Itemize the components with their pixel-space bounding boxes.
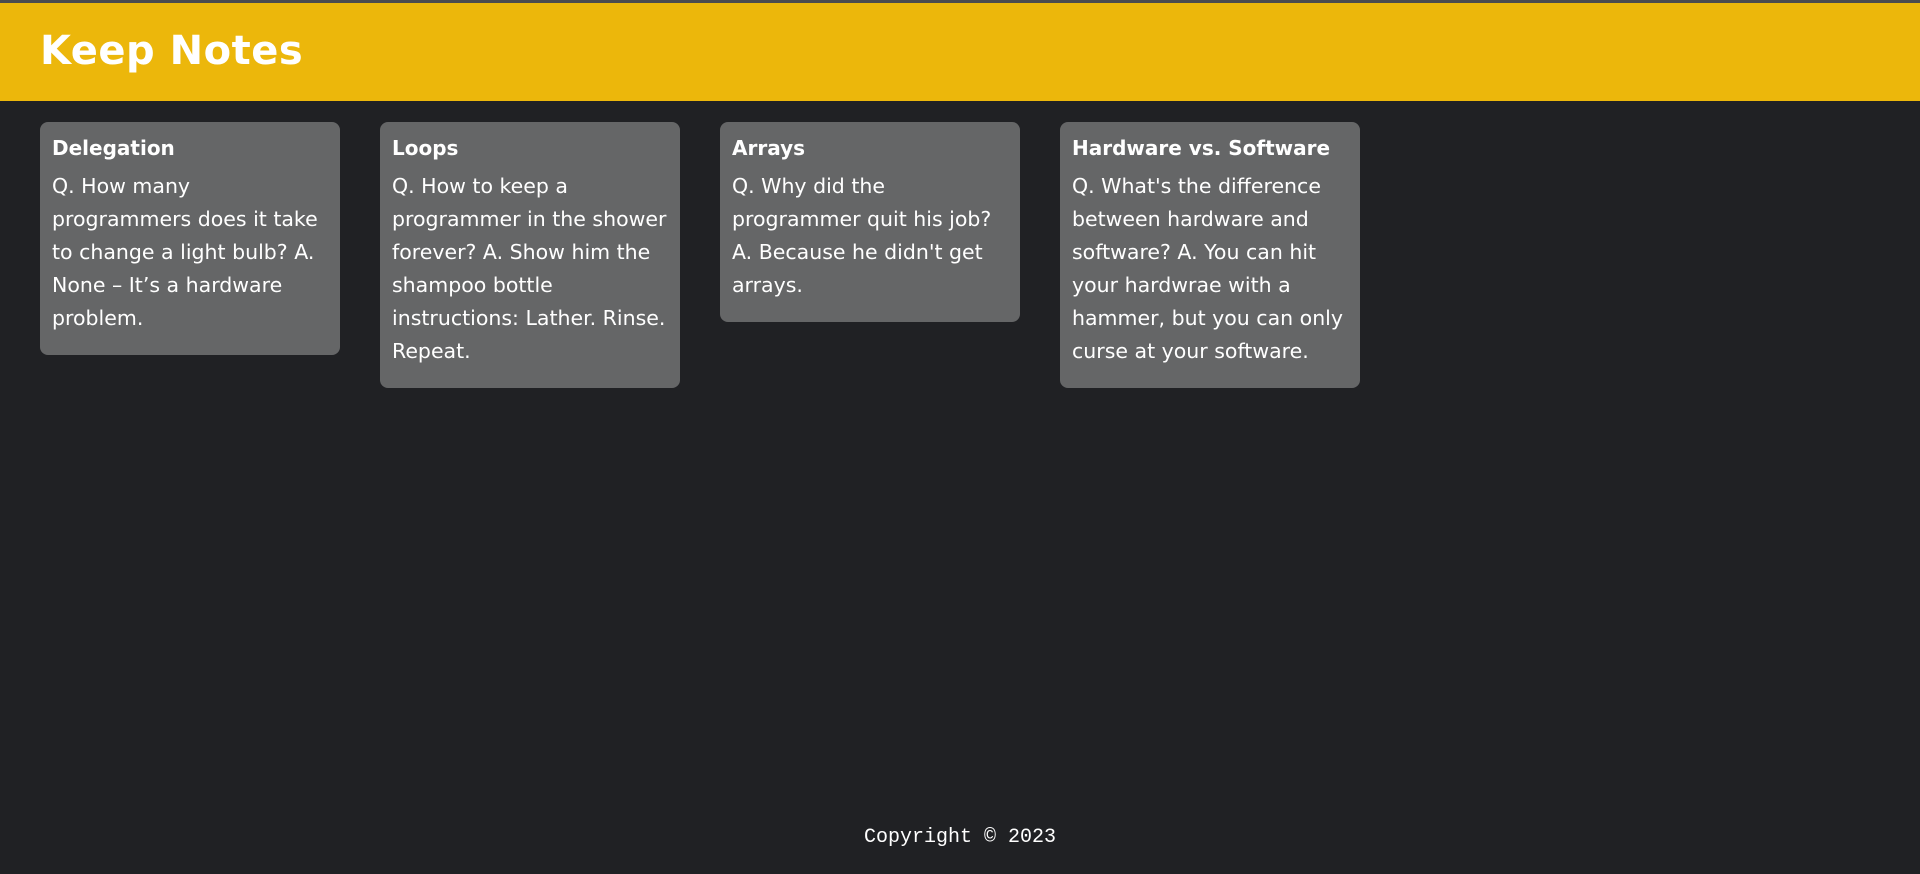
note-content: Q. What's the difference between hardwar… — [1072, 174, 1344, 363]
note-content: Q. How to keep a programmer in the showe… — [392, 174, 667, 363]
app-title: Keep Notes — [40, 28, 304, 74]
note-card[interactable]: Arrays Q. Why did the programmer quit hi… — [720, 122, 1020, 322]
note-title: Hardware vs. Software — [1072, 136, 1331, 160]
note-title: Loops — [392, 136, 459, 160]
app-header: Keep Notes — [0, 3, 1920, 101]
copyright-footer: Copyright © 2023 — [863, 826, 1057, 849]
note-content: Q. Why did the programmer quit his job? … — [732, 174, 992, 297]
notes-container: Delegation Q. How many programmers does … — [40, 122, 1920, 388]
note-card[interactable]: Hardware vs. Software Q. What's the diff… — [1060, 122, 1360, 388]
note-title: Delegation — [52, 136, 175, 160]
note-title: Arrays — [732, 136, 806, 160]
note-content: Q. How many programmers does it take to … — [52, 174, 318, 330]
note-card[interactable]: Delegation Q. How many programmers does … — [40, 122, 340, 355]
note-card[interactable]: Loops Q. How to keep a programmer in the… — [380, 122, 680, 388]
